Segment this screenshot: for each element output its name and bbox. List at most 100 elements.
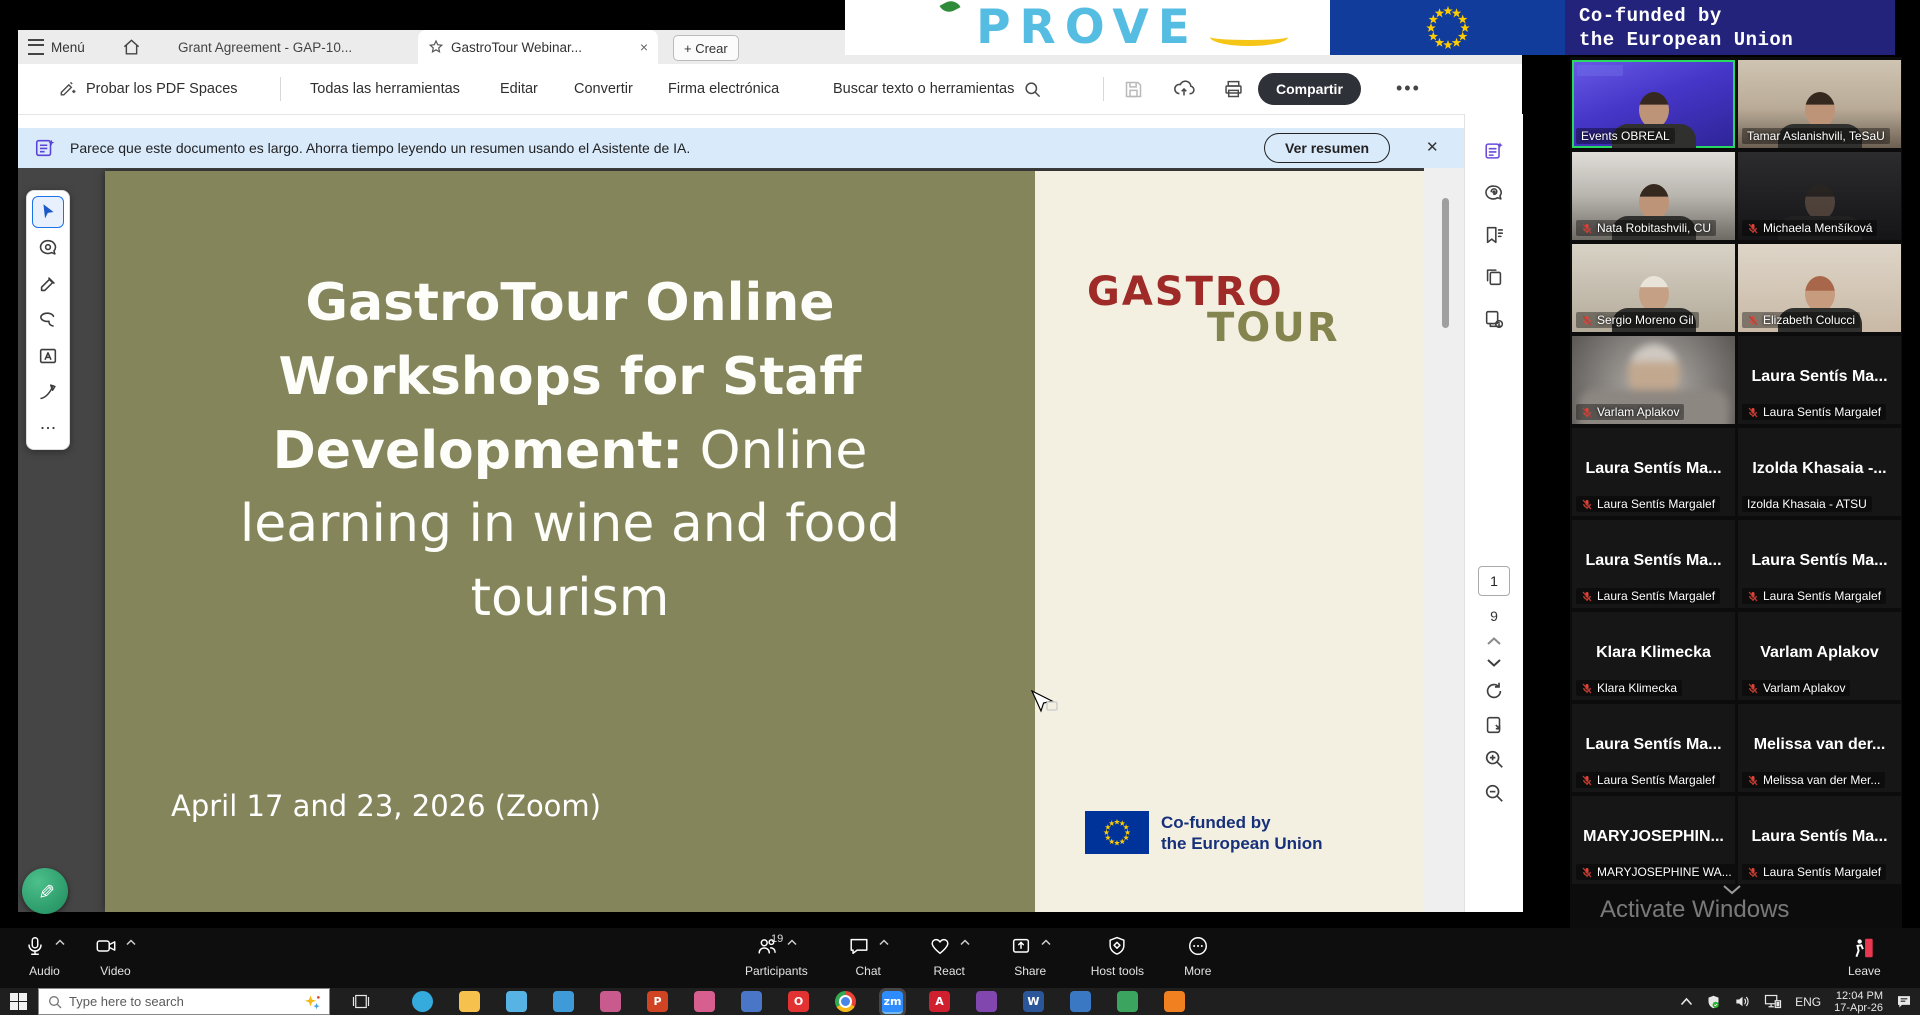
file-explorer-taskbar-icon[interactable] (459, 991, 480, 1012)
maps-taskbar-icon[interactable] (1117, 991, 1138, 1012)
edit-menu[interactable]: Editar (500, 64, 538, 114)
close-banner-icon[interactable]: ✕ (1426, 138, 1439, 156)
participant-tile[interactable]: Nata Robitashvili, CU (1572, 152, 1735, 240)
pages-button[interactable] (1483, 266, 1505, 288)
staruml-taskbar-icon[interactable] (1164, 991, 1185, 1012)
text-comment-tool[interactable] (32, 340, 64, 372)
view-summary-button[interactable]: Ver resumen (1264, 133, 1390, 163)
scrollbar-track[interactable] (1424, 168, 1464, 912)
upload-cloud-button[interactable] (1173, 64, 1195, 114)
rotate-page-icon[interactable] (1483, 680, 1505, 702)
acrobat-taskbar-icon[interactable]: A (929, 991, 950, 1012)
taskbar-search-input[interactable]: Type here to search (38, 988, 330, 1015)
more-button[interactable]: More (1184, 935, 1211, 978)
export-info-button[interactable] (1483, 308, 1505, 330)
convert-menu[interactable]: Convertir (574, 64, 633, 114)
chevron-up-icon[interactable] (126, 935, 136, 946)
create-button[interactable]: + Crear (673, 35, 739, 61)
chevron-up-icon[interactable] (787, 935, 797, 946)
zoom-taskbar-icon[interactable]: zm (882, 991, 903, 1014)
draw-tool[interactable] (32, 376, 64, 408)
participant-tile[interactable]: Varlam Aplakov (1572, 336, 1735, 424)
edit-fab-button[interactable]: ✎ (22, 868, 68, 914)
snapshot-icon[interactable] (1483, 714, 1505, 736)
menu-button[interactable]: Menú (28, 30, 85, 64)
network-icon[interactable] (1764, 994, 1782, 1009)
close-tab-icon[interactable]: × (640, 39, 648, 55)
ai-assistant-button[interactable] (1483, 140, 1505, 162)
page-number-input[interactable]: 1 (1478, 566, 1510, 596)
zoom-out-icon[interactable] (1483, 782, 1505, 804)
participant-tile[interactable]: Laura Sentís Ma...Laura Sentís Margalef (1572, 520, 1735, 608)
pdf-spaces-button[interactable]: Probar los PDF Spaces (58, 64, 238, 114)
search-tools-button[interactable]: Buscar texto o herramientas (833, 64, 1042, 114)
share-button[interactable]: Compartir (1258, 73, 1361, 105)
scrollbar-thumb[interactable] (1442, 198, 1449, 328)
participant-tile[interactable]: Laura Sentís Ma...Laura Sentís Margalef (1572, 704, 1735, 792)
participant-tile[interactable]: Izolda Khasaia -...Izolda Khasaia - ATSU (1738, 428, 1901, 516)
tab-gastrotour-webinar[interactable]: GastroTour Webinar... × (418, 30, 658, 64)
calculator-taskbar-icon[interactable] (741, 991, 762, 1012)
participant-tile[interactable]: Elizabeth Colucci (1738, 244, 1901, 332)
mail-taskbar-icon[interactable] (553, 991, 574, 1012)
all-tools-menu[interactable]: Todas las herramientas (310, 64, 460, 114)
zoom-in-icon[interactable] (1483, 748, 1505, 770)
chevron-up-icon[interactable] (1041, 935, 1051, 946)
chrome-taskbar-icon[interactable] (835, 991, 856, 1012)
participant-tile[interactable]: Laura Sentís Ma...Laura Sentís Margalef (1738, 796, 1901, 884)
task-view-button[interactable] (352, 993, 370, 1010)
share-button[interactable]: Share (1010, 935, 1051, 978)
participant-tile[interactable]: Events OBREAL (1572, 60, 1735, 148)
video-button[interactable]: Video (95, 935, 136, 978)
participant-tile[interactable]: Klara KlimeckaKlara Klimecka (1572, 612, 1735, 700)
select-arrow-tool[interactable] (32, 196, 64, 228)
print-button[interactable] (1223, 64, 1244, 114)
participant-tile[interactable]: Michaela Menšíková (1738, 152, 1901, 240)
bookmark-button[interactable] (1483, 224, 1505, 246)
word-taskbar-icon[interactable]: W (1023, 991, 1044, 1012)
chat-button[interactable]: Chat (848, 935, 889, 978)
media-player-taskbar-icon[interactable] (976, 991, 997, 1012)
participant-tile[interactable]: Varlam AplakovVarlam Aplakov (1738, 612, 1901, 700)
esign-menu[interactable]: Firma electrónica (668, 64, 779, 114)
next-page-icon[interactable] (1486, 658, 1502, 668)
volume-icon[interactable] (1734, 994, 1751, 1009)
photos-taskbar-icon[interactable] (694, 991, 715, 1012)
opera-taskbar-icon[interactable]: O (788, 991, 809, 1012)
start-button[interactable] (10, 993, 27, 1010)
chevron-up-icon[interactable] (55, 935, 65, 946)
participant-tile[interactable]: Sergio Moreno Gil (1572, 244, 1735, 332)
language-indicator[interactable]: ENG (1795, 995, 1821, 1009)
taskbar-clock[interactable]: 12:04 PM 17-Apr-26 (1834, 990, 1883, 1014)
participant-tile[interactable]: Laura Sentís Ma...Laura Sentís Margalef (1572, 428, 1735, 516)
audio-button[interactable]: Audio (24, 935, 65, 978)
save-button[interactable] (1123, 64, 1144, 114)
more-tools-tool[interactable] (32, 412, 64, 444)
participant-tile[interactable]: Tamar Aslanishvili, TeSaU (1738, 60, 1901, 148)
hidden-icons-chevron[interactable] (1680, 997, 1693, 1006)
lasso-tool[interactable] (32, 304, 64, 336)
more-participants-icon[interactable] (1722, 884, 1742, 895)
notifications-icon[interactable] (1896, 994, 1912, 1009)
security-shield-icon[interactable] (1706, 994, 1721, 1010)
participant-tile[interactable]: Laura Sentís Ma...Laura Sentís Margalef (1738, 336, 1901, 424)
store-taskbar-icon[interactable] (506, 991, 527, 1012)
participant-tile[interactable]: Laura Sentís Ma...Laura Sentís Margalef (1738, 520, 1901, 608)
notepad-taskbar-icon[interactable] (1070, 991, 1091, 1012)
powerpoint-taskbar-icon[interactable]: P (647, 991, 668, 1012)
leave-button[interactable]: Leave (1848, 935, 1881, 978)
host-tools-button[interactable]: Host tools (1091, 935, 1144, 978)
comment-button[interactable] (1483, 182, 1505, 204)
participant-tile[interactable]: Melissa van der...Melissa van der Mer... (1738, 704, 1901, 792)
highlighter-tool[interactable] (32, 268, 64, 300)
paint-taskbar-icon[interactable] (600, 991, 621, 1012)
chevron-up-icon[interactable] (879, 935, 889, 946)
participants-button[interactable]: 19Participants (745, 935, 808, 978)
home-button[interactable] (122, 30, 141, 64)
previous-page-icon[interactable] (1486, 636, 1502, 646)
toolbar-overflow-button[interactable]: ••• (1396, 78, 1421, 99)
tab-grant-agreement[interactable]: Grant Agreement - GAP-10... (168, 30, 392, 64)
edge-taskbar-icon[interactable] (412, 991, 433, 1012)
add-comment-tool[interactable] (32, 232, 64, 264)
react-button[interactable]: React (929, 935, 970, 978)
